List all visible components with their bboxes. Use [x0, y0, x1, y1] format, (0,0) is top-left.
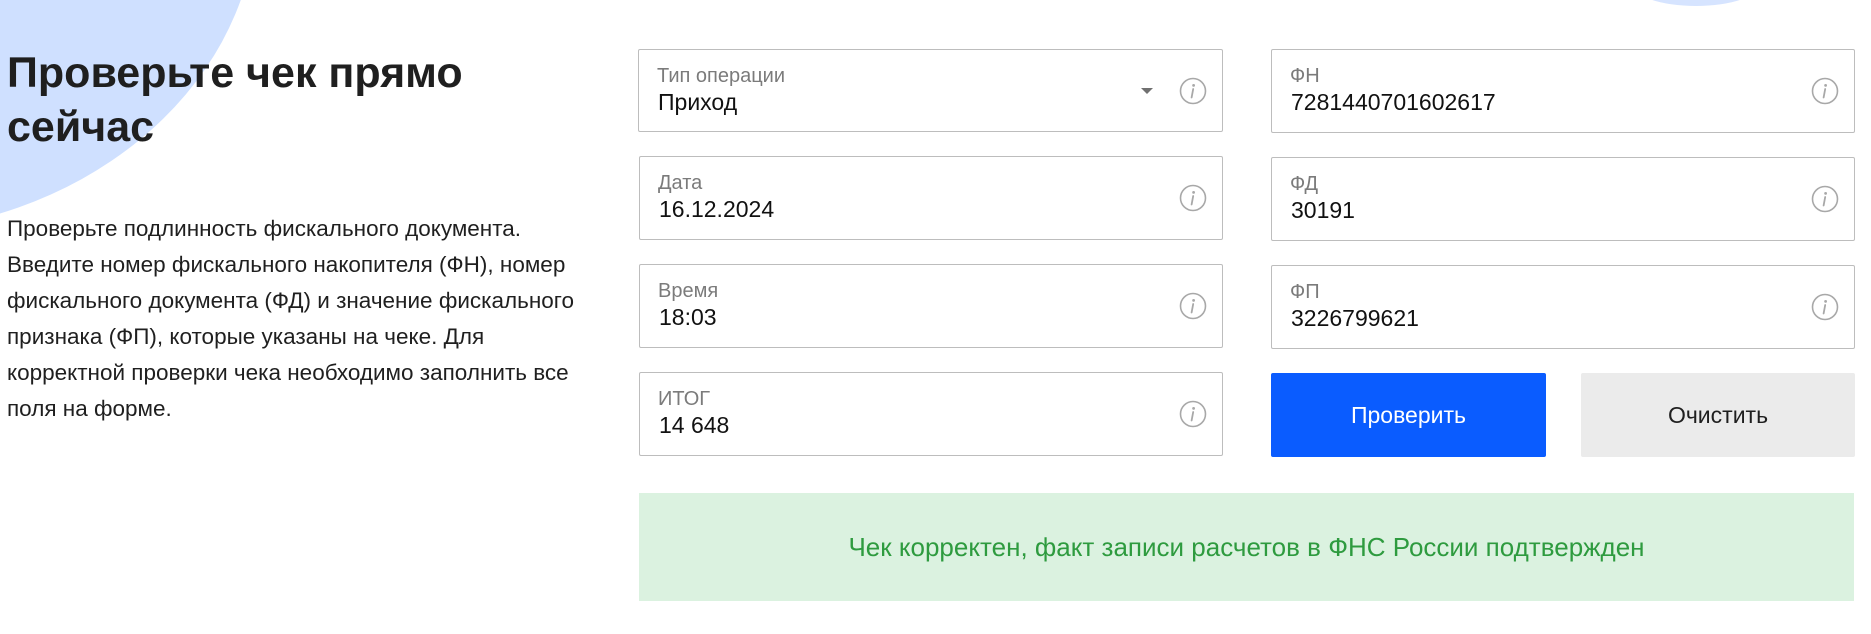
time-input[interactable]	[659, 303, 1139, 331]
date-label: Дата	[658, 172, 703, 194]
total-input[interactable]	[659, 411, 1139, 439]
total-field[interactable]: ИТОГ	[639, 372, 1223, 456]
info-icon[interactable]	[1811, 77, 1839, 105]
date-input[interactable]	[659, 195, 1139, 223]
info-icon[interactable]	[1179, 184, 1207, 212]
result-message: Чек корректен, факт записи расчетов в ФН…	[639, 493, 1854, 601]
page-description: Проверьте подлинность фискального докуме…	[7, 216, 575, 421]
check-button[interactable]: Проверить	[1271, 373, 1546, 457]
fn-field[interactable]: ФН	[1271, 49, 1855, 133]
operation-type-value: Приход	[658, 89, 738, 115]
fd-label: ФД	[1290, 173, 1319, 195]
background-decoration	[1631, 0, 1761, 6]
fn-label: ФН	[1290, 65, 1320, 87]
fp-input[interactable]	[1291, 304, 1771, 332]
operation-type-label: Тип операции	[657, 65, 786, 87]
page-title: Проверьте чек прямо сейчас	[7, 49, 463, 151]
chevron-down-icon[interactable]	[1140, 86, 1154, 96]
fn-input[interactable]	[1291, 88, 1771, 116]
info-icon[interactable]	[1811, 293, 1839, 321]
clear-button[interactable]: Очистить	[1581, 373, 1855, 457]
fp-label: ФП	[1290, 281, 1320, 303]
time-label: Время	[658, 280, 719, 302]
fd-input[interactable]	[1291, 196, 1771, 224]
total-label: ИТОГ	[658, 388, 711, 410]
info-icon[interactable]	[1811, 185, 1839, 213]
fp-field[interactable]: ФП	[1271, 265, 1855, 349]
date-field[interactable]: Дата	[639, 156, 1223, 240]
fd-field[interactable]: ФД	[1271, 157, 1855, 241]
time-field[interactable]: Время	[639, 264, 1223, 348]
info-icon[interactable]	[1179, 77, 1207, 105]
info-icon[interactable]	[1179, 292, 1207, 320]
operation-type-select[interactable]: Тип операции Приход	[638, 49, 1223, 132]
info-icon[interactable]	[1179, 400, 1207, 428]
